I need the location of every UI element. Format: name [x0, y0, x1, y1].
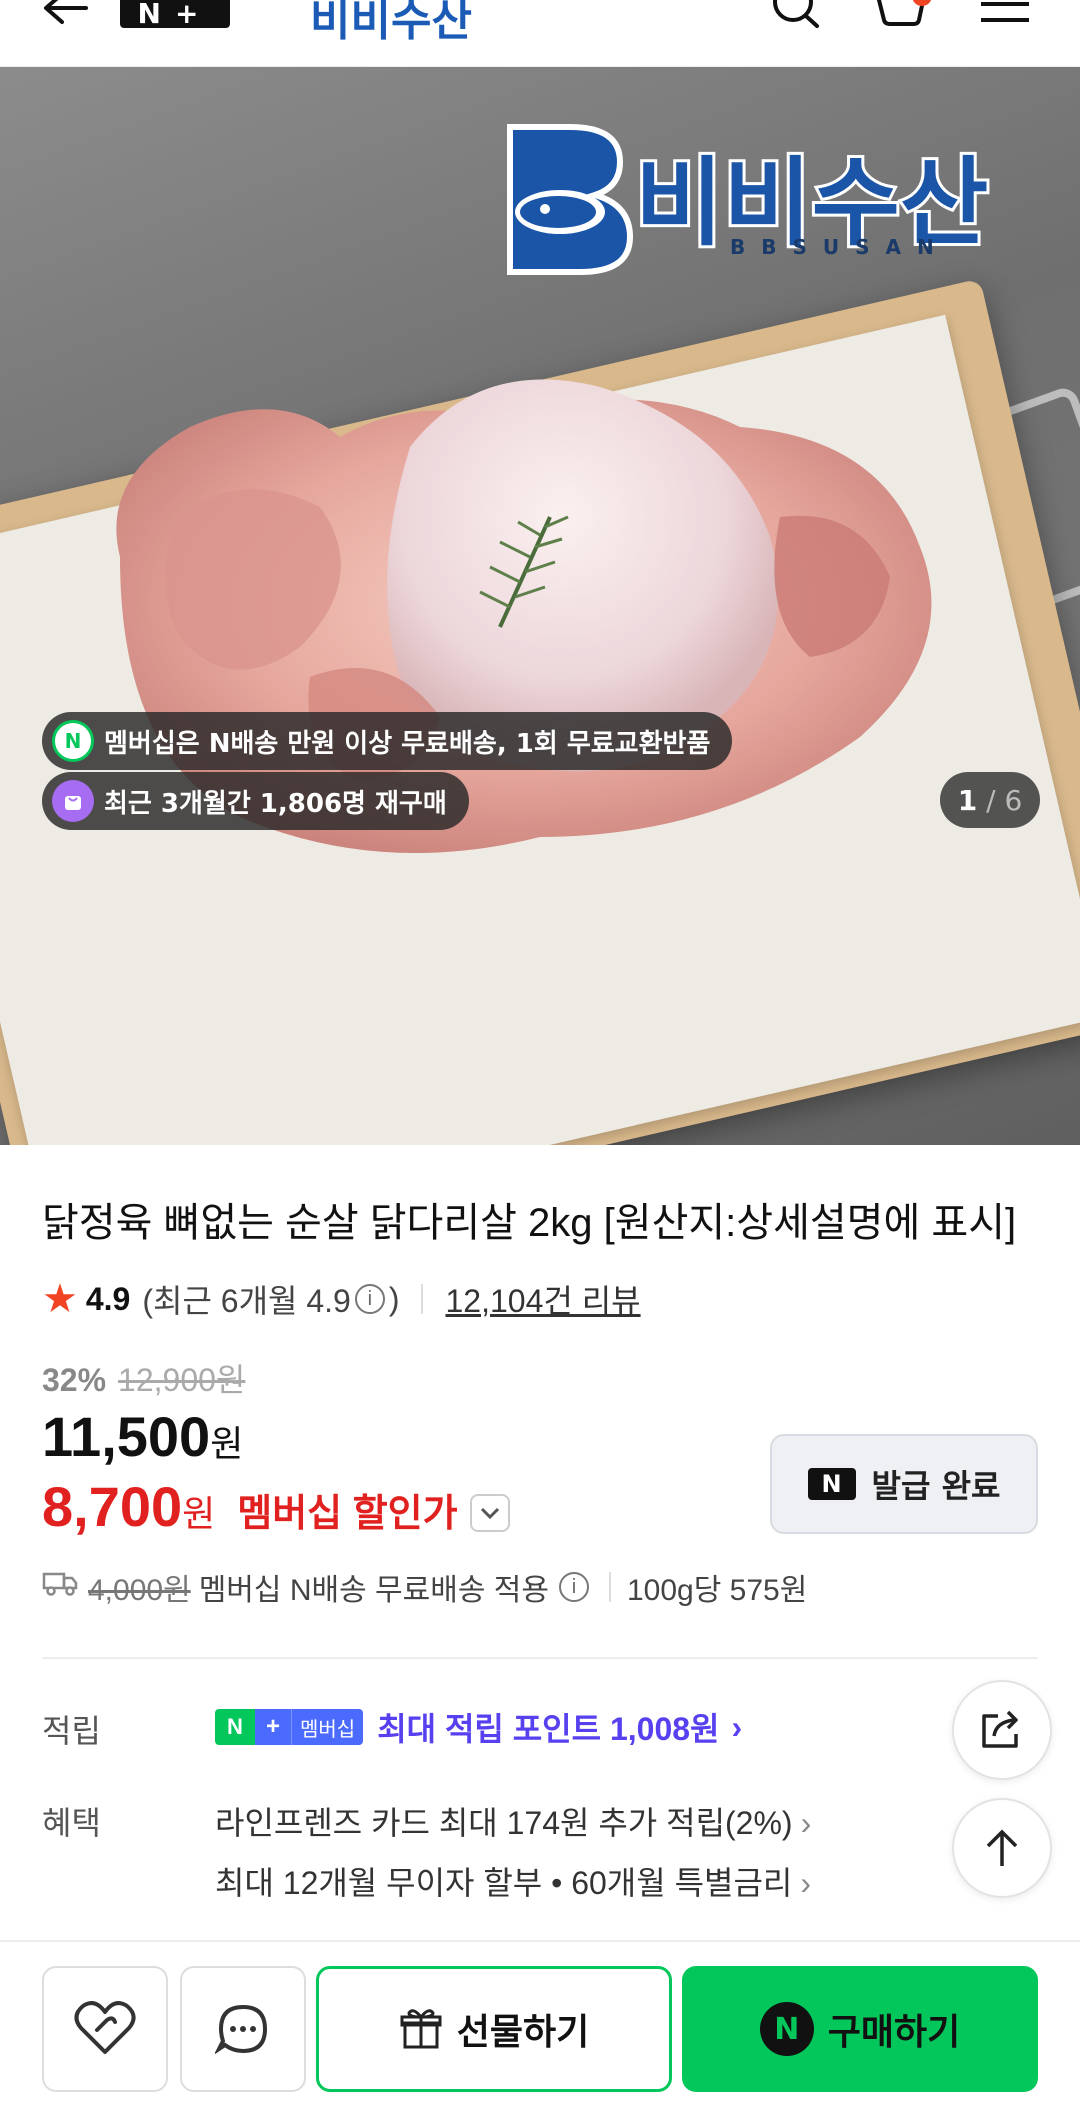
bottom-action-bar: 선물하기 N 구매하기 — [0, 1940, 1080, 2118]
image-counter-current: 1 — [957, 783, 978, 817]
fish-b-logo-icon — [507, 124, 634, 275]
repurchase-pill: 최근 3개월간 1,806명 재구매 — [42, 772, 469, 830]
menu-icon[interactable] — [975, 0, 1035, 30]
points-label: 적립 — [42, 1713, 101, 1749]
original-price: 12,900원 — [118, 1362, 246, 1398]
coupon-issued-button[interactable]: N 발급 완료 — [770, 1434, 1038, 1534]
chevron-down-icon[interactable] — [469, 1494, 510, 1532]
sale-price-unit: 원 — [210, 1423, 244, 1464]
star-icon: ★ — [42, 1277, 78, 1321]
top-header: N+ 비비수산 — [0, 0, 1080, 67]
truck-icon — [42, 1569, 78, 1605]
rating-value: 4.9 — [85, 1280, 131, 1317]
review-count-link[interactable]: 12,104건 리뷰 — [445, 1276, 640, 1322]
chevron-right-icon: › — [800, 1805, 812, 1841]
repurchase-pill-text: 최근 3개월간 1,806명 재구매 — [104, 788, 447, 819]
product-title: 닭정육 뼈없는 순살 닭다리살 2kg [원산지:상세설명에 표시] — [42, 1201, 1017, 1245]
naver-pay-icon: N — [759, 2002, 814, 2056]
buy-label: 구매하기 — [827, 2012, 961, 2053]
shipping-row: 4,000원 멤버십 N배송 무료배송 적용 i 100g당 575원 — [42, 1562, 807, 1612]
cart-icon[interactable] — [872, 0, 932, 30]
scroll-top-button[interactable] — [952, 1798, 1052, 1898]
divider — [608, 1572, 611, 1602]
discount-rate: 32% — [42, 1362, 107, 1398]
naver-n-icon: N — [807, 1468, 856, 1500]
rating-row: ★ 4.9 (최근 6개월 4.9 i ) 12,104건 리뷰 — [42, 1275, 641, 1323]
info-icon[interactable]: i — [558, 1572, 589, 1602]
sale-price-value: 11,500 — [42, 1405, 211, 1468]
points-row[interactable]: N + 멤버십 최대 적립 포인트 1,008원 › — [215, 1702, 742, 1752]
discount-row: 32% 12,900원 — [42, 1355, 245, 1401]
back-arrow-icon[interactable] — [40, 0, 90, 40]
search-icon[interactable] — [765, 0, 825, 30]
share-button[interactable] — [952, 1680, 1052, 1780]
chevron-right-icon: › — [731, 1708, 743, 1745]
max-points-text: 최대 적립 포인트 1,008원 — [377, 1711, 720, 1747]
member-price-value: 8,700 — [42, 1475, 183, 1538]
rating-recent-close: ) — [388, 1280, 400, 1317]
shopping-bag-icon — [52, 780, 94, 822]
store-logo: 비비수산 BBSUSAN — [490, 117, 1030, 277]
nplus-store-badge[interactable]: N+ — [120, 0, 230, 28]
membership-benefit-pill: N 멤버십은 N배송 만원 이상 무료배송, 1회 무료교환반품 — [42, 712, 733, 770]
benefit-item-card[interactable]: 라인프렌즈 카드 최대 174원 추가 적립(2%) › — [215, 1798, 811, 1844]
unit-price: 100g당 575원 — [626, 1574, 808, 1607]
member-price-unit: 원 — [182, 1493, 216, 1534]
benefit-item-installment[interactable]: 최대 12개월 무이자 할부 • 60개월 특별금리 › — [215, 1858, 811, 1904]
shipping-fee-struck: 4,000원 — [88, 1574, 191, 1607]
gift-label: 선물하기 — [456, 2012, 590, 2053]
member-price-label: 멤버십 할인가 — [237, 1493, 458, 1535]
benefit-card-text: 라인프렌즈 카드 최대 174원 추가 적립(2%) — [215, 1805, 793, 1841]
arrow-up-icon — [986, 1829, 1018, 1866]
share-icon — [982, 1710, 1018, 1748]
divider — [421, 1284, 424, 1314]
rating-recent: (최근 6개월 4.9 — [142, 1283, 351, 1319]
chicken-thigh-image — [116, 379, 932, 853]
talktalk-button[interactable] — [180, 1966, 306, 2092]
chevron-right-icon: › — [800, 1865, 811, 1901]
sale-price: 11,500원 — [42, 1404, 243, 1469]
naver-plus-membership-badge: N + 멤버십 — [215, 1709, 364, 1745]
info-icon[interactable]: i — [354, 1284, 385, 1314]
image-counter-total: 6 — [1004, 783, 1023, 817]
image-counter: 1 / 6 — [940, 772, 1040, 828]
membership-pill-text: 멤버십은 N배송 만원 이상 무료배송, 1회 무료교환반품 — [104, 728, 711, 759]
chat-bubble-icon — [215, 2004, 268, 2055]
coupon-label: 발급 완료 — [871, 1467, 1001, 1505]
like-button[interactable] — [42, 1966, 168, 2092]
shipping-text: 멤버십 N배송 무료배송 적용 — [198, 1574, 549, 1607]
benefit-installment-text: 최대 12개월 무이자 할부 • 60개월 특별금리 — [215, 1865, 793, 1901]
section-divider — [42, 1657, 1038, 1659]
heart-icon — [74, 2001, 136, 2054]
benefits-label: 혜택 — [42, 1805, 101, 1841]
gift-button[interactable]: 선물하기 — [316, 1966, 672, 2092]
buy-button[interactable]: N 구매하기 — [682, 1966, 1038, 2092]
logo-subtext: BBSUSAN — [730, 235, 950, 259]
naver-membership-icon: N — [52, 720, 94, 762]
product-image-carousel[interactable]: 비비수산 BBSUSAN N 멤버십은 N배송 만원 이상 무료배송, 1회 무… — [0, 67, 1080, 1145]
store-name[interactable]: 비비수산 — [310, 0, 472, 48]
member-price: 8,700 원 멤버십 할인가 — [42, 1474, 510, 1539]
gift-icon — [400, 2009, 442, 2049]
